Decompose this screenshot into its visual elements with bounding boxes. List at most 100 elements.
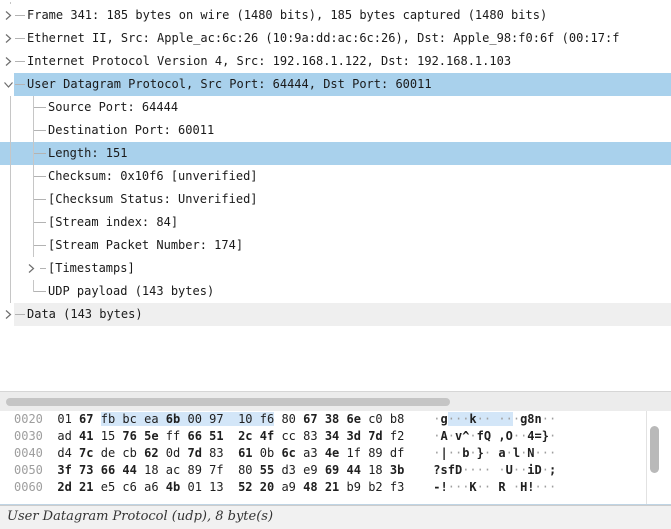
hex-byte[interactable]: ad xyxy=(57,429,71,443)
hex-byte[interactable]: f6 xyxy=(260,412,274,426)
ascii-char[interactable]: · xyxy=(506,412,513,426)
hex-byte[interactable]: 3d xyxy=(347,429,361,443)
hex-byte[interactable]: 41 xyxy=(79,429,93,443)
ascii-char[interactable]: · xyxy=(542,446,549,460)
tree-row[interactable]: Data (143 bytes) xyxy=(0,303,671,326)
ascii-char[interactable]: · xyxy=(506,446,513,460)
ascii-char[interactable]: O xyxy=(506,429,513,443)
ascii-char[interactable]: · xyxy=(549,446,556,460)
tree-row[interactable]: UDP payload (143 bytes) xyxy=(0,280,671,303)
hex-byte[interactable]: f3 xyxy=(390,480,404,494)
ascii-char[interactable]: a xyxy=(498,446,505,460)
ascii-char[interactable]: , xyxy=(498,429,505,443)
ascii-char[interactable]: n xyxy=(535,412,542,426)
hex-byte[interactable]: 7d xyxy=(187,446,201,460)
tree-row[interactable]: Destination Port: 60011 xyxy=(0,119,671,142)
hex-byte[interactable]: 4e xyxy=(325,446,339,460)
ascii-char[interactable]: D xyxy=(535,463,542,477)
tree-row[interactable]: Frame 341: 185 bytes on wire (1480 bits)… xyxy=(0,4,671,27)
hex-byte[interactable]: a3 xyxy=(303,446,317,460)
hex-byte[interactable]: 97 xyxy=(209,412,223,426)
ascii-char[interactable]: s xyxy=(440,463,447,477)
tree-row[interactable]: Source Port: 64444 xyxy=(0,96,671,119)
ascii-char[interactable]: · xyxy=(549,412,556,426)
hex-row[interactable]: 0040 d4 7c de cb 62 0d 7d 83 61 0b 6c a3… xyxy=(0,445,671,462)
hex-byte[interactable]: 67 xyxy=(303,412,317,426)
ascii-char[interactable]: ! xyxy=(440,480,447,494)
hex-byte[interactable]: ea xyxy=(144,412,158,426)
hex-byte[interactable]: 5e xyxy=(144,429,158,443)
hex-byte[interactable]: 20 xyxy=(260,480,274,494)
hex-byte[interactable]: b9 xyxy=(347,480,361,494)
hex-byte[interactable]: 2d xyxy=(57,480,71,494)
hex-byte[interactable]: cc xyxy=(281,429,295,443)
hex-byte[interactable]: 01 xyxy=(57,412,71,426)
ascii-char[interactable]: · xyxy=(535,480,542,494)
hex-byte[interactable]: 01 xyxy=(187,480,201,494)
hex-byte[interactable]: 67 xyxy=(79,412,93,426)
hex-row[interactable]: 0020 01 67 fb bc ea 6b 00 97 10 f6 80 67… xyxy=(0,411,671,428)
hex-byte[interactable]: 3f xyxy=(57,463,71,477)
ascii-char[interactable]: · xyxy=(549,480,556,494)
ascii-char[interactable]: ; xyxy=(549,463,556,477)
ascii-char[interactable]: · xyxy=(513,463,520,477)
hex-byte[interactable]: 0b xyxy=(260,446,274,460)
hex-byte[interactable]: 73 xyxy=(79,463,93,477)
hex-byte[interactable]: 10 xyxy=(238,412,252,426)
hex-byte[interactable]: 7f xyxy=(209,463,223,477)
hex-byte[interactable]: 62 xyxy=(144,446,158,460)
ascii-char[interactable]: · xyxy=(542,480,549,494)
ascii-char[interactable]: l xyxy=(513,446,520,460)
hex-byte[interactable]: 38 xyxy=(325,412,339,426)
ascii-char[interactable]: = xyxy=(535,429,542,443)
ascii-char[interactable]: · xyxy=(513,480,520,494)
ascii-char[interactable]: } xyxy=(542,429,549,443)
hex-byte[interactable]: a6 xyxy=(144,480,158,494)
hex-byte[interactable]: 4f xyxy=(260,429,274,443)
hex-byte[interactable]: 21 xyxy=(79,480,93,494)
hex-byte[interactable]: df xyxy=(390,446,404,460)
hex-byte[interactable]: 0d xyxy=(166,446,180,460)
hex-row[interactable]: 0030 ad 41 15 76 5e ff 66 51 2c 4f cc 83… xyxy=(0,428,671,445)
ascii-char[interactable]: · xyxy=(498,463,505,477)
hex-byte[interactable]: 7d xyxy=(368,429,382,443)
ascii-char[interactable]: g xyxy=(440,412,447,426)
ascii-char[interactable]: · xyxy=(477,463,484,477)
ascii-char[interactable]: · xyxy=(469,446,476,460)
hex-byte[interactable]: 89 xyxy=(368,446,382,460)
ascii-char[interactable]: · xyxy=(448,446,455,460)
hex-byte[interactable]: 1f xyxy=(347,446,361,460)
hex-byte[interactable]: 13 xyxy=(209,480,223,494)
ascii-char[interactable]: f xyxy=(477,429,484,443)
ascii-char[interactable]: · xyxy=(448,412,455,426)
ascii-char[interactable]: R xyxy=(498,480,505,494)
ascii-char[interactable]: A xyxy=(440,429,447,443)
tree-row[interactable]: Checksum: 0x10f6 [unverified] xyxy=(0,165,671,188)
hex-byte[interactable]: 76 xyxy=(122,429,136,443)
ascii-char[interactable]: · xyxy=(513,412,520,426)
hex-row[interactable]: 0050 3f 73 66 44 18 ac 89 7f 80 55 d3 e9… xyxy=(0,462,671,479)
ascii-char[interactable]: } xyxy=(477,446,484,460)
horizontal-scrollbar-thumb[interactable] xyxy=(6,398,450,406)
hex-byte[interactable]: e9 xyxy=(303,463,317,477)
ascii-char[interactable] xyxy=(506,480,513,494)
tree-row[interactable]: [Stream Packet Number: 174] xyxy=(0,234,671,257)
hex-byte[interactable]: 69 xyxy=(325,463,339,477)
hex-byte[interactable]: 83 xyxy=(303,429,317,443)
ascii-char[interactable]: · xyxy=(513,429,520,443)
ascii-char[interactable]: · xyxy=(469,463,476,477)
tree-row[interactable]: [Checksum Status: Unverified] xyxy=(0,188,671,211)
hex-byte[interactable]: d4 xyxy=(57,446,71,460)
hex-byte[interactable]: 89 xyxy=(187,463,201,477)
tree-row[interactable]: User Datagram Protocol, Src Port: 64444,… xyxy=(0,73,671,96)
hex-byte[interactable]: 52 xyxy=(238,480,252,494)
ascii-char[interactable]: | xyxy=(440,446,447,460)
hex-byte[interactable]: 48 xyxy=(303,480,317,494)
hex-byte[interactable]: 66 xyxy=(101,463,115,477)
ascii-char[interactable]: · xyxy=(477,412,484,426)
hex-byte[interactable]: b2 xyxy=(368,480,382,494)
horizontal-scrollbar[interactable] xyxy=(0,391,671,411)
ascii-char[interactable]: · xyxy=(549,429,556,443)
tree-row[interactable]: [Timestamps] xyxy=(0,257,671,280)
ascii-char[interactable]: · xyxy=(477,480,484,494)
